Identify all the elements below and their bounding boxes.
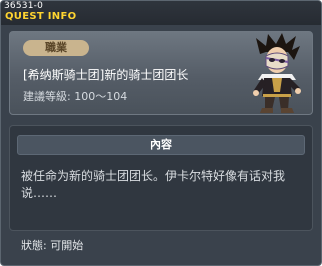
quest-name: [希纳斯骑士团]新的骑士团团长 bbox=[23, 68, 189, 82]
quest-id: 36531-0 bbox=[4, 1, 44, 11]
quest-summary-card: 職業 [希纳斯骑士团]新的骑士团团长 建議等級: 100～104 bbox=[9, 31, 313, 115]
title-bar[interactable]: 36531-0 QUEST INFO bbox=[1, 1, 321, 25]
content-header: 內容 bbox=[17, 135, 305, 155]
window-title: QUEST INFO bbox=[5, 11, 77, 22]
quest-info-window: 36531-0 QUEST INFO 職業 [希纳斯骑士团]新的骑士团团长 建議… bbox=[0, 0, 322, 266]
character-avatar-icon bbox=[253, 33, 301, 113]
quest-status: 狀態: 可開始 bbox=[21, 239, 84, 252]
job-badge: 職業 bbox=[23, 40, 89, 56]
recommended-level: 建議等級: 100～104 bbox=[23, 90, 128, 103]
quest-description: 被任命为新的骑士团团长。伊卡尔特好像有话对我说…… bbox=[21, 169, 286, 200]
content-panel: 內容 被任命为新的骑士团团长。伊卡尔特好像有话对我说…… bbox=[9, 125, 313, 231]
